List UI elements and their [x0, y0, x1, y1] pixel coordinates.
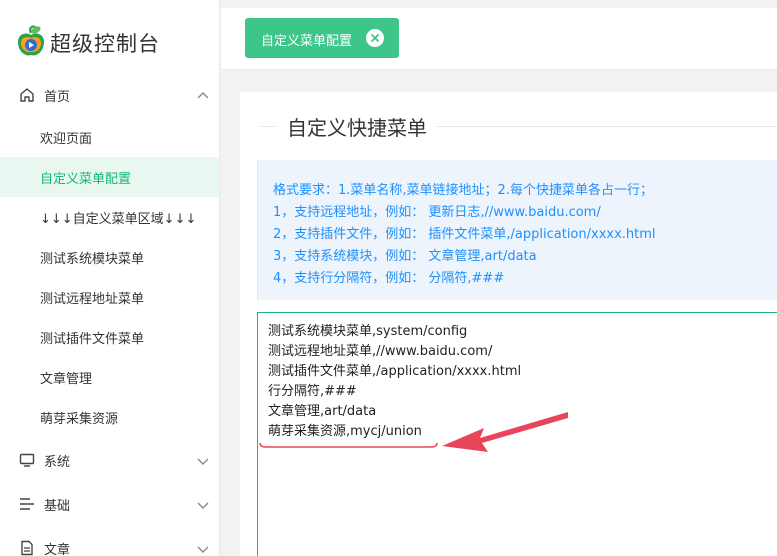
sidebar-item-label: 自定义菜单配置	[40, 172, 132, 187]
textarea-line: 测试系统模块菜单,system/config	[268, 324, 468, 339]
sidebar-item-label: 文章管理	[40, 372, 93, 387]
sidebar-item-label: 萌芽采集资源	[40, 412, 119, 427]
tab-label: 自定义菜单配置	[261, 34, 353, 49]
sidebar-item-test-plugin[interactable]: 测试插件文件菜单	[0, 317, 219, 357]
help-line: 格式要求：1.菜单名称,菜单链接地址；2.每个快捷菜单各占一行；	[273, 183, 653, 198]
logo-row: 超级控制台	[0, 0, 220, 80]
nav-group-label: 系统	[44, 455, 71, 470]
textarea-line: 测试插件文件菜单,/application/xxxx.html	[268, 364, 522, 379]
chevron-up-icon	[197, 92, 209, 99]
help-line: 3，支持系统模块，例如： 文章管理,art/data	[273, 249, 537, 264]
tab-bar: 自定义菜单配置	[221, 0, 777, 70]
chevron-down-icon	[197, 546, 209, 553]
help-line: 4，支持行分隔符，例如： 分隔符,###	[273, 271, 505, 286]
page-title: 自定义快捷菜单	[287, 116, 427, 140]
help-box: 格式要求：1.菜单名称,菜单链接地址；2.每个快捷菜单各占一行； 1，支持远程地…	[257, 160, 777, 300]
sidebar-item-mycj[interactable]: 萌芽采集资源	[0, 397, 219, 437]
sidebar-item-test-system[interactable]: 测试系统模块菜单	[0, 237, 219, 277]
close-icon[interactable]	[366, 29, 384, 47]
chevron-down-icon	[197, 458, 209, 465]
home-icon	[20, 88, 34, 102]
annotation-underline	[259, 442, 438, 448]
sidebar-item-custom-area[interactable]: ↓↓↓自定义菜单区域↓↓↓	[0, 197, 219, 237]
list-icon	[20, 498, 34, 510]
sidebar-item-label: 欢迎页面	[40, 132, 93, 147]
sidebar-item-label: 测试远程地址菜单	[40, 292, 145, 307]
sidebar-item-label: ↓↓↓自定义菜单区域↓↓↓	[40, 212, 197, 227]
nav-group-article[interactable]: 文章	[0, 528, 220, 556]
nav-group-system[interactable]: 系统	[0, 440, 220, 480]
main-content: 自定义快捷菜单 格式要求：1.菜单名称,菜单链接地址；2.每个快捷菜单各占一行；…	[240, 92, 777, 556]
sidebar: 超级控制台 首页 欢迎页面 自定义菜单配置 ↓↓↓自定义菜单区域↓↓↓ 测试系统…	[0, 0, 220, 556]
nav-group-label: 基础	[44, 499, 71, 514]
help-line: 1，支持远程地址，例如： 更新日志,//www.baidu.com/	[273, 205, 601, 220]
textarea-line: 萌芽采集资源,mycj/union	[268, 424, 422, 439]
textarea-line: 文章管理,art/data	[268, 404, 377, 419]
sidebar-item-label: 测试系统模块菜单	[40, 252, 145, 267]
sidebar-item-welcome[interactable]: 欢迎页面	[0, 117, 219, 157]
chevron-down-icon	[197, 502, 209, 509]
app-title: 超级控制台	[50, 32, 160, 56]
monitor-icon	[19, 453, 35, 467]
sidebar-item-custom-menu-config[interactable]: 自定义菜单配置	[0, 157, 219, 197]
help-line: 2，支持插件文件，例如： 插件文件菜单,/application/xxxx.ht…	[273, 227, 656, 242]
fieldset-border	[437, 126, 777, 127]
nav-group-label: 文章	[44, 543, 71, 556]
document-icon	[21, 540, 33, 556]
textarea-line: 测试远程地址菜单,//www.baidu.com/	[268, 344, 493, 359]
sidebar-item-label: 测试插件文件菜单	[40, 332, 145, 347]
fieldset-border	[260, 126, 276, 127]
nav-group-basic[interactable]: 基础	[0, 484, 220, 524]
textarea-line: 行分隔符,###	[268, 384, 357, 399]
sidebar-item-article-manage[interactable]: 文章管理	[0, 357, 219, 397]
annotation-arrow-icon	[442, 412, 568, 452]
logo-icon	[18, 25, 44, 56]
tab-custom-menu-config[interactable]: 自定义菜单配置	[245, 18, 399, 58]
nav-group-label: 首页	[44, 90, 71, 105]
sidebar-item-test-remote[interactable]: 测试远程地址菜单	[0, 277, 219, 317]
nav-group-home[interactable]: 首页	[0, 75, 220, 115]
